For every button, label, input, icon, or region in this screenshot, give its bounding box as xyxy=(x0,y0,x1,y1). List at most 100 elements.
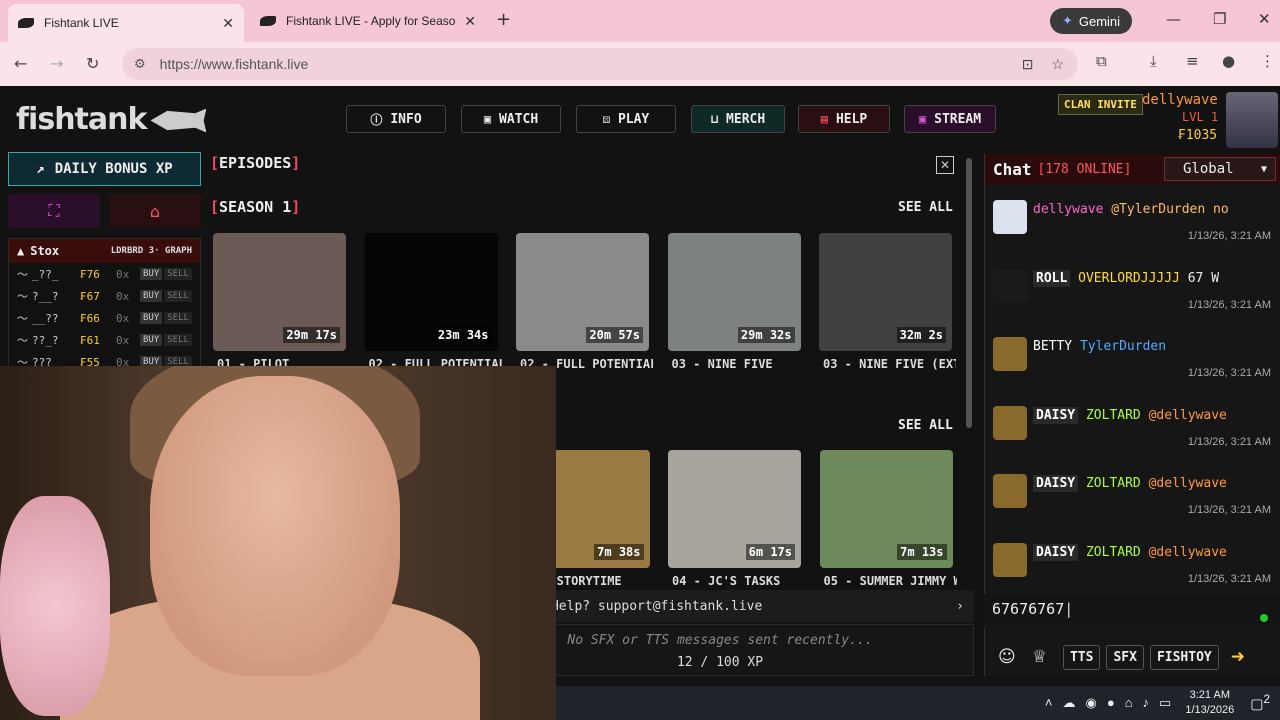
nav-help-button[interactable]: ▤ HELP xyxy=(798,105,890,133)
download-icon[interactable]: ⤓ xyxy=(1150,52,1157,70)
url-field[interactable]: ⚙ https://www.fishtank.live ⊡ ☆ xyxy=(122,48,1078,80)
episode-title[interactable]: 03 - NINE FIVE (EXT xyxy=(823,357,956,371)
emoji-icon[interactable]: ☺ xyxy=(998,647,1016,667)
bookmark-star-icon[interactable]: ☆ xyxy=(1051,56,1064,73)
trophy-icon[interactable]: ♕ xyxy=(1032,647,1047,667)
chat-message[interactable]: DAISY ZOLTARD @dellywave 1/13/26, 3:21 AM xyxy=(985,396,1280,458)
episode-thumbnail[interactable]: 7m 13s xyxy=(819,450,953,568)
episode-title[interactable]: 05 - SUMMER JIMMY W xyxy=(824,574,957,588)
taskbar-clock[interactable]: 3:21 AM 1/13/2026 xyxy=(1185,688,1234,718)
stox-sell-button[interactable]: SELL xyxy=(164,312,192,324)
chat-avatar[interactable] xyxy=(993,200,1027,234)
username[interactable]: dellywave xyxy=(1142,92,1218,108)
clan-invite-button[interactable]: CLAN INVITE xyxy=(1058,94,1143,115)
episode-title[interactable]: 04 - JC'S TASKS xyxy=(672,574,805,588)
chat-avatar[interactable] xyxy=(993,268,1027,303)
fishtoy-button[interactable]: FISHTOY xyxy=(1149,644,1219,670)
chat-avatar[interactable] xyxy=(993,542,1027,577)
restore-icon[interactable]: ❐ xyxy=(1213,10,1226,28)
chat-message[interactable]: DAISY ZOLTARD @dellywave 1/13/26, 3:21 AM xyxy=(985,533,1280,595)
episode-thumbnail[interactable]: 20m 57s xyxy=(516,233,649,351)
chat-username[interactable]: ZOLTARD xyxy=(1086,476,1141,491)
nav-info-button[interactable]: ⓘ INFO xyxy=(346,105,446,133)
nav-merch-button[interactable]: ⊔ MERCH xyxy=(691,105,785,133)
episode-thumbnail[interactable]: 32m 2s xyxy=(819,233,952,351)
chat-message[interactable]: DAISY ZOLTARD @dellywave 1/13/26, 3:21 AM xyxy=(985,464,1280,526)
gemini-star-icon: ✦ xyxy=(1061,13,1073,28)
sfx-button[interactable]: SFX xyxy=(1106,644,1144,670)
network-icon[interactable]: ⌂ xyxy=(1125,695,1133,711)
stox-sell-button[interactable]: SELL xyxy=(164,268,192,280)
stox-buy-button[interactable]: BUY xyxy=(140,268,163,280)
chat-input-value: 67676767 xyxy=(992,600,1065,618)
episode-thumbnail[interactable]: 6m 17s xyxy=(668,450,801,568)
episode-title[interactable]: 03 - NINE FIVE xyxy=(672,357,805,371)
nav-stream-button[interactable]: ▣ STREAM xyxy=(904,105,996,133)
send-arrow-icon[interactable]: ➜ xyxy=(1231,647,1245,667)
profile-icon[interactable]: ● xyxy=(1222,52,1235,70)
back-icon[interactable]: ← xyxy=(14,54,27,73)
close-window-icon[interactable]: ✕ xyxy=(1258,10,1271,28)
new-tab-icon[interactable]: + xyxy=(496,9,511,30)
close-tab-icon[interactable]: ✕ xyxy=(222,15,234,32)
extensions-icon[interactable]: ⧉ xyxy=(1096,52,1107,70)
gamepad-button[interactable]: ⛶ xyxy=(8,194,100,228)
nav-play-button[interactable]: ⚄ PLAY xyxy=(576,105,676,133)
chat-message[interactable]: dellywave @TylerDurden no 1/13/26, 3:21 A… xyxy=(985,190,1280,252)
tab-fishtank-apply[interactable]: Fishtank LIVE - Apply for Seaso ✕ xyxy=(250,6,486,36)
episode-thumbnail[interactable]: 23m 34s xyxy=(364,233,498,351)
gemini-button[interactable]: ✦ Gemini xyxy=(1050,8,1132,34)
season-heading: [SEASON 1] xyxy=(210,198,301,216)
stox-sell-button[interactable]: SELL xyxy=(164,334,192,346)
chat-username[interactable]: ZOLTARD xyxy=(1086,408,1141,423)
chat-avatar[interactable] xyxy=(993,405,1027,440)
episode-thumbnail[interactable]: 29m 32s xyxy=(667,233,801,351)
stox-buy-button[interactable]: BUY xyxy=(140,290,163,302)
notifications-icon[interactable]: ▢2 xyxy=(1250,693,1270,713)
reload-icon[interactable]: ↻ xyxy=(86,54,99,73)
episodes-scrollbar[interactable] xyxy=(966,158,972,428)
shop-button[interactable]: ⌂ xyxy=(109,194,201,228)
episode-thumbnail[interactable]: 29m 17s xyxy=(213,233,346,351)
chat-username[interactable]: BETTY xyxy=(1033,339,1072,354)
stox-sub[interactable]: LDRBRD 3· GRAPH xyxy=(111,246,192,256)
onedrive-icon[interactable]: ☁ xyxy=(1062,695,1075,711)
stox-buy-button[interactable]: BUY xyxy=(140,334,163,346)
tts-button[interactable]: TTS xyxy=(1062,644,1101,670)
stox-buy-button[interactable]: BUY xyxy=(140,312,163,324)
fishtank-logo[interactable]: fishtank xyxy=(16,102,207,137)
menu-icon[interactable]: ⋮ xyxy=(1260,52,1275,70)
see-all-link[interactable]: SEE ALL xyxy=(898,200,953,215)
volume-icon[interactable]: ♪ xyxy=(1143,695,1150,711)
chevron-up-icon[interactable]: ˄ xyxy=(1045,695,1053,711)
episode-duration: 7m 38s xyxy=(594,544,644,560)
close-episodes-icon[interactable]: ✕ xyxy=(936,156,954,174)
chat-input[interactable]: 67676767| xyxy=(984,594,1280,628)
chat-message[interactable]: BETTY TylerDurden 1/13/26, 3:21 AM xyxy=(985,327,1280,389)
tab-fishtank-live[interactable]: Fishtank LIVE ✕ xyxy=(8,4,244,42)
chat-tag: ROLL xyxy=(1033,269,1071,287)
see-all-link[interactable]: SEE ALL xyxy=(898,418,953,433)
forward-icon[interactable]: → xyxy=(50,54,63,73)
stox-sell-button[interactable]: SELL xyxy=(164,290,192,302)
media-icon[interactable]: ≡ xyxy=(1186,52,1199,70)
user-avatar[interactable] xyxy=(1226,92,1278,148)
chevron-right-icon[interactable]: › xyxy=(956,599,964,614)
gemini-label: Gemini xyxy=(1078,13,1121,29)
chat-username[interactable]: OVERLORDJJJJJ xyxy=(1078,271,1180,286)
nav-watch-button[interactable]: ▣ WATCH xyxy=(461,105,561,133)
chat-avatar[interactable] xyxy=(993,474,1027,508)
camera-tray-icon[interactable]: ◉ xyxy=(1085,695,1096,711)
daily-bonus-xp-button[interactable]: ↗ DAILY BONUS XP xyxy=(8,152,201,186)
mic-icon[interactable]: ● xyxy=(1107,695,1115,711)
close-tab-icon[interactable]: ✕ xyxy=(464,13,476,30)
install-app-icon[interactable]: ⊡ xyxy=(1022,56,1034,73)
chat-channel-select[interactable]: Global ▼ xyxy=(1164,157,1276,181)
chat-username[interactable]: dellywave xyxy=(1033,202,1103,217)
chat-username[interactable]: ZOLTARD xyxy=(1086,545,1141,560)
chat-avatar[interactable] xyxy=(993,337,1027,371)
minimize-icon[interactable]: — xyxy=(1166,10,1181,28)
site-info-icon[interactable]: ⚙ xyxy=(134,56,146,72)
chat-message[interactable]: ROLL OVERLORDJJJJJ 67 W 1/13/26, 3:21 AM xyxy=(985,259,1280,321)
battery-icon[interactable]: ▭ xyxy=(1159,695,1171,711)
